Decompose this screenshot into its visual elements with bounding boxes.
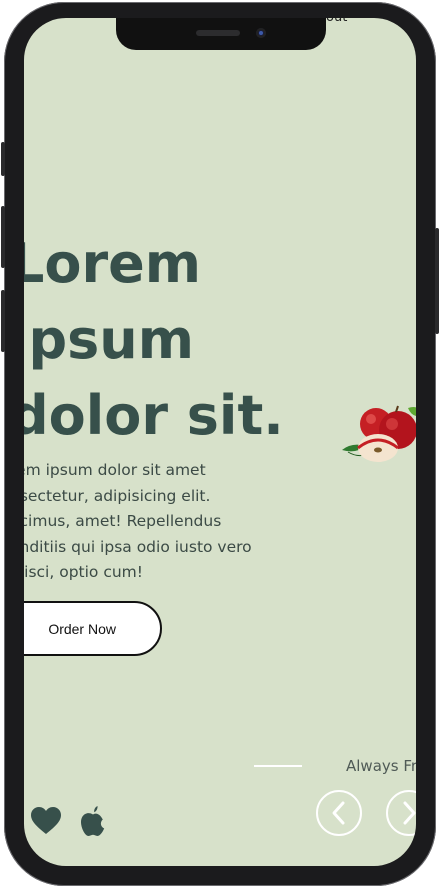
- slide-tagline: Always Fre: [346, 757, 416, 775]
- description-line-4: anditiis qui ipsa odio iusto vero: [24, 537, 252, 556]
- status-bar-text: out: [326, 18, 347, 25]
- heart-icon[interactable]: [30, 806, 62, 836]
- order-now-button[interactable]: Order Now: [24, 601, 162, 656]
- phone-screen: out Lorem ipsum dolor sit. rem ipsum dol…: [24, 18, 416, 866]
- notch: [116, 18, 326, 50]
- headline-line-1: Lorem: [24, 232, 202, 295]
- slider-next-button[interactable]: [386, 790, 416, 836]
- front-camera: [256, 28, 266, 38]
- apple-logo-icon[interactable]: [80, 805, 106, 837]
- description-line-2: nsectetur, adipisicing elit.: [24, 486, 211, 505]
- chevron-left-icon: [332, 801, 345, 825]
- hero-headline: Lorem ipsum dolor sit.: [24, 226, 284, 454]
- speaker-grill: [196, 30, 240, 36]
- mute-switch: [1, 142, 5, 176]
- apples-image: [338, 402, 416, 468]
- slider-divider: [254, 765, 302, 767]
- headline-line-2: ipsum: [24, 308, 195, 371]
- volume-up-button: [1, 206, 5, 268]
- volume-down-button: [1, 290, 5, 352]
- description-line-5: ipisci, optio cum!: [24, 563, 143, 581]
- headline-line-3: dolor sit.: [24, 384, 284, 447]
- chevron-right-icon: [403, 801, 416, 825]
- description-line-1: rem ipsum dolor sit amet: [24, 461, 206, 479]
- power-button: [435, 228, 439, 334]
- description-line-3: ecimus, amet! Repellendus: [24, 512, 222, 530]
- hero-description: rem ipsum dolor sit amet nsectetur, adip…: [24, 458, 270, 586]
- slider-prev-button[interactable]: [316, 790, 362, 836]
